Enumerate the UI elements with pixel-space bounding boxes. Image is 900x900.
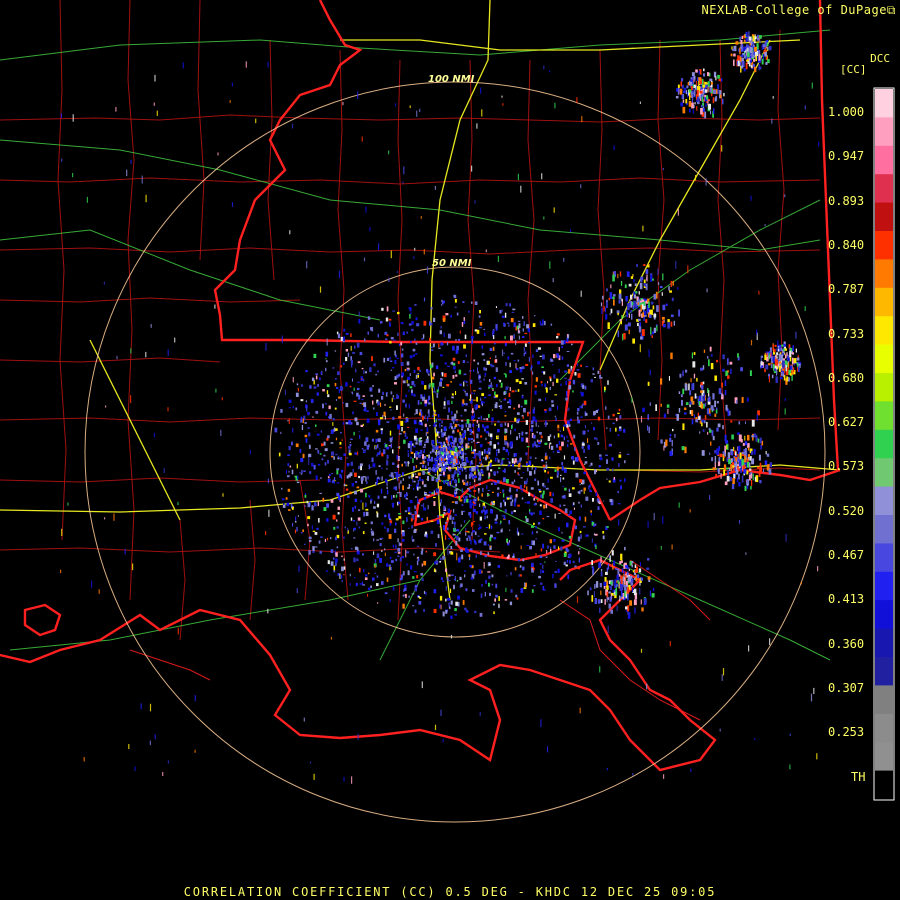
color-scale-label: 0.467: [828, 548, 865, 562]
color-scale-swatch: [875, 600, 893, 630]
color-scale-label: 0.573: [828, 459, 865, 474]
radar-map: [0, 0, 895, 823]
color-scale-swatch: [875, 458, 893, 488]
color-scale-swatch: [875, 713, 893, 743]
color-scale-swatch: [875, 628, 893, 658]
color-scale-label: 0.893: [828, 193, 865, 208]
color-scale-label: 0.840: [828, 237, 865, 252]
color-scale-swatch: [875, 259, 893, 289]
range-label-100: 100 NMI: [428, 74, 475, 85]
color-scale-swatch: [875, 571, 893, 601]
radar-returns: [60, 31, 820, 784]
color-scale-label: 0.627: [828, 415, 865, 430]
color-scale-label: 0.413: [828, 592, 865, 607]
color-scale-label: 0.307: [828, 680, 865, 695]
color-scale-swatch: [875, 202, 893, 232]
highways: [0, 29, 831, 661]
color-scale-swatch: [875, 117, 893, 147]
color-scale-swatch: [875, 287, 893, 317]
color-scale-swatch: [875, 685, 893, 715]
color-scale-label: 0.680: [828, 370, 865, 385]
color-scale-swatch: [875, 657, 893, 686]
color-scale-label: 0.787: [828, 282, 865, 297]
color-scale-swatch: [875, 543, 893, 573]
color-scale-swatch: [875, 89, 893, 118]
color-scale-label: 0.947: [828, 149, 865, 164]
color-scale-swatch: [875, 145, 893, 175]
color-scale-swatch: [875, 486, 893, 516]
credit-text: NEXLAB-College of DuPage: [701, 3, 887, 17]
credit-label: NEXLAB-College of DuPage⧉: [702, 3, 896, 18]
color-scale-swatch: [875, 429, 893, 459]
color-scale-label: 0.253: [828, 725, 865, 740]
color-scale-label: 0.360: [828, 636, 865, 651]
color-scale-swatch: [875, 231, 893, 260]
color-scale-label: 0.733: [828, 326, 865, 341]
color-scale-swatch: [875, 770, 893, 800]
color-scale-label: TH: [851, 769, 866, 784]
color-scale-swatch: [875, 316, 893, 346]
product-caption: CORRELATION COEFFICIENT (CC) 0.5 DEG - K…: [183, 885, 717, 899]
external-link-icon[interactable]: ⧉: [887, 3, 896, 17]
color-scale-swatch: [875, 174, 893, 204]
color-scale-swatch: [875, 373, 893, 402]
color-scale-label: 0.520: [828, 503, 865, 518]
color-scale-bar: [873, 87, 895, 801]
range-label-50: 50 NMI: [432, 258, 472, 269]
color-scale-swatch: [875, 515, 893, 544]
color-scale-label: 1.000: [828, 105, 865, 119]
color-scale-swatch: [875, 401, 893, 431]
product-code: DCC: [870, 52, 890, 65]
unit-label: [CC]: [840, 63, 867, 76]
color-scale-swatch: [875, 742, 893, 772]
color-scale-swatch: [875, 344, 893, 374]
